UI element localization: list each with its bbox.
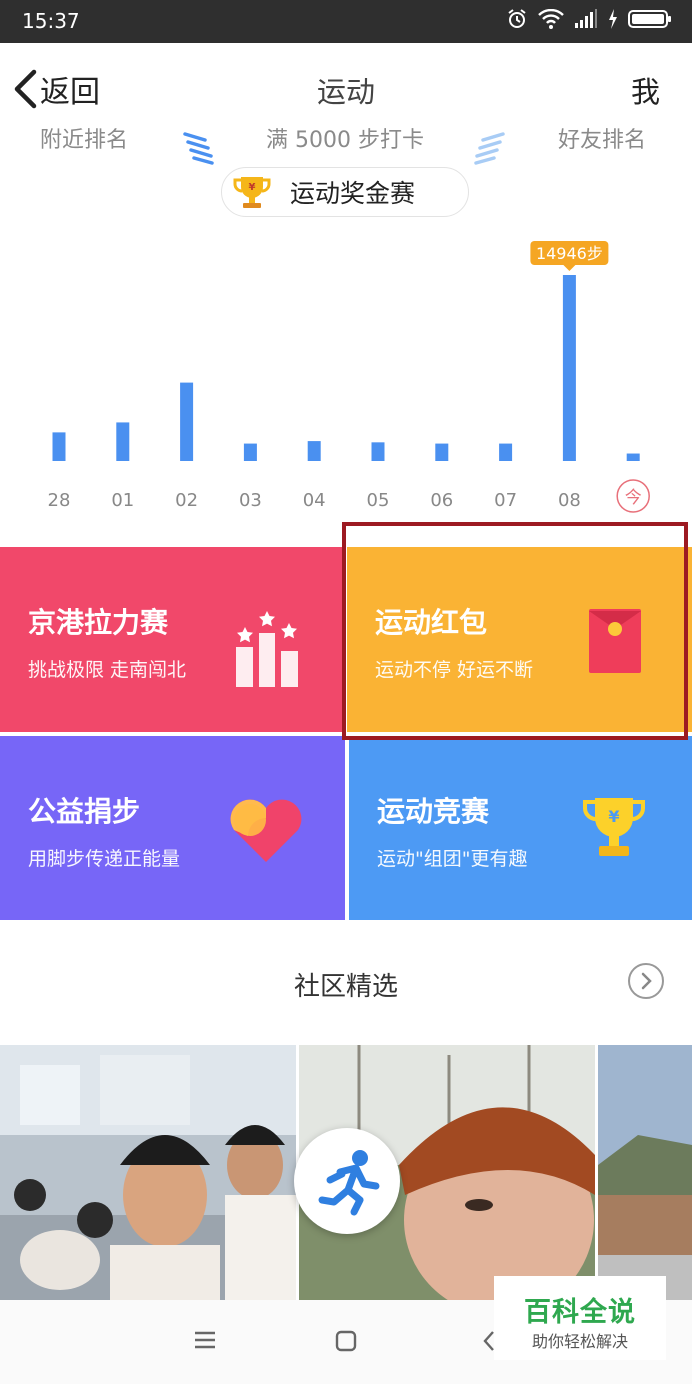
status-icons <box>506 8 672 30</box>
tab-checkin[interactable]: 满 5000 步打卡 <box>266 122 424 154</box>
tile-charity-steps[interactable]: 公益捐步 用脚步传递正能量 <box>0 736 345 920</box>
chart-bar <box>307 441 321 461</box>
chart-tick-label: 04 <box>303 490 326 511</box>
charging-icon <box>609 9 617 29</box>
chart-bar <box>180 382 194 461</box>
tab-nearby-ranking[interactable]: 附近排名 <box>40 122 128 154</box>
trophy-icon: ¥ <box>582 798 646 856</box>
chart-tick-label: 02 <box>175 490 198 511</box>
page-title: 运动 <box>316 75 375 109</box>
watermark-title: 百科全说 <box>524 1297 636 1328</box>
chart-bar <box>499 443 513 461</box>
chart-bar <box>626 453 640 461</box>
chevron-right-icon <box>641 972 652 990</box>
trophy-mark: ¥ <box>608 807 619 826</box>
chart-tick-label: 03 <box>239 490 262 511</box>
section-title: 社区精选 <box>293 972 398 1002</box>
step-chart: 28 01 02 03 04 05 06 07 08 今 14946步 <box>0 230 692 520</box>
step-chart-svg: 28 01 02 03 04 05 06 07 08 今 14946步 <box>48 241 650 513</box>
running-man-icon <box>318 1150 380 1216</box>
trophy-icon: ¥ <box>233 177 271 208</box>
step-tooltip: 14946步 <box>530 241 609 271</box>
tile-competition-title: 运动竞赛 <box>377 795 490 828</box>
red-envelope-icon <box>589 609 641 673</box>
chart-tick-label: 05 <box>367 490 390 511</box>
tab-friend-ranking[interactable]: 好友排名 <box>558 122 646 154</box>
tile-red-packet[interactable]: 运动红包 运动不停 好运不断 <box>347 547 692 732</box>
chart-tick-label: 28 <box>48 490 71 511</box>
chart-tick-label: 01 <box>111 490 134 511</box>
prize-label: 运动奖金赛 <box>290 179 416 208</box>
tile-rally-title: 京港拉力赛 <box>28 606 169 639</box>
section-more-button[interactable] <box>628 963 664 999</box>
header: 返回 运动 我 <box>0 43 692 133</box>
chart-bar <box>562 275 576 461</box>
menu-icon[interactable] <box>194 1330 216 1350</box>
chart-bar <box>243 443 257 461</box>
chart-bar <box>435 443 449 461</box>
community-photo[interactable] <box>0 1045 296 1300</box>
step-tooltip-label: 14946步 <box>536 244 603 263</box>
status-bar: 15:37 <box>0 0 692 43</box>
tile-rally-subtitle: 挑战极限 走南闯北 <box>28 659 187 681</box>
tile-charity-steps-title: 公益捐步 <box>28 795 141 828</box>
status-time: 15:37 <box>22 9 80 33</box>
podium-stars-icon <box>236 611 298 687</box>
landscape-photo-image <box>598 1045 692 1300</box>
watermark-subtitle: 助你轻松解决 <box>531 1332 628 1351</box>
community-photo[interactable] <box>598 1045 692 1300</box>
chart-tick-label: 08 <box>558 490 581 511</box>
stripe-decoration-icon <box>183 132 214 165</box>
chart-bar <box>371 442 385 461</box>
tile-competition[interactable]: 运动竞赛 运动"组团"更有趣 ¥ <box>349 736 692 920</box>
chart-bar <box>116 422 130 461</box>
chart-tick-label: 06 <box>430 490 453 511</box>
trophy-mark: ¥ <box>249 182 256 193</box>
prize-contest-button[interactable]: ¥ 运动奖金赛 <box>221 167 469 217</box>
tile-charity-steps-subtitle: 用脚步传递正能量 <box>28 848 181 870</box>
tile-rally[interactable]: 京港拉力赛 挑战极限 走南闯北 <box>0 547 342 732</box>
gym-photo-image <box>0 1045 296 1300</box>
start-running-button[interactable] <box>294 1128 400 1234</box>
wifi-icon <box>538 9 564 29</box>
chart-tick-label: 07 <box>494 490 517 511</box>
heart-icon <box>230 799 302 862</box>
me-button[interactable]: 我 <box>631 69 660 111</box>
watermark: 百科全说 助你轻松解决 <box>494 1276 666 1360</box>
tile-red-packet-subtitle: 运动不停 好运不断 <box>375 659 534 681</box>
tile-red-packet-title: 运动红包 <box>375 606 488 639</box>
tile-competition-subtitle: 运动"组团"更有趣 <box>377 848 528 870</box>
chart-tick-label: 今 <box>625 488 642 508</box>
sub-tabs: 附近排名 满 5000 步打卡 好友排名 <box>0 122 692 170</box>
chart-bar <box>52 432 66 461</box>
stripe-decoration-icon <box>474 132 505 165</box>
signal-icon <box>575 9 597 28</box>
battery-icon <box>628 10 671 28</box>
home-icon[interactable] <box>335 1330 357 1352</box>
alarm-icon <box>508 9 526 28</box>
